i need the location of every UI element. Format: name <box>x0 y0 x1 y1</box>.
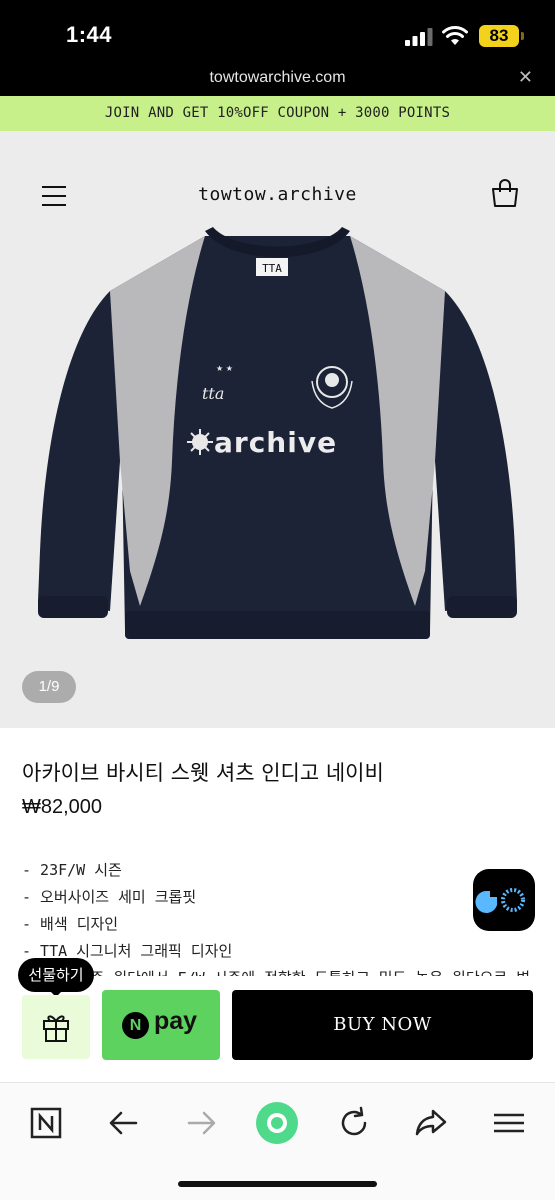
back-arrow-icon[interactable] <box>102 1101 146 1145</box>
image-pager: 1/9 <box>22 671 76 703</box>
product-image-carousel[interactable]: TTA ★ ★ tta archive towtow.archive 1/9 <box>0 131 555 728</box>
forward-arrow-icon[interactable] <box>179 1101 223 1145</box>
description-line: - 이번 시즌 원단에서 F/W 시즌에 적합한 도톰하고 밀도 높은 원단으로… <box>22 966 532 976</box>
npay-button[interactable]: N pay <box>102 990 220 1060</box>
chest-wordmark: archive <box>214 426 337 459</box>
reload-icon[interactable] <box>332 1101 376 1145</box>
chat-logo-icon <box>475 888 525 913</box>
menu-icon[interactable] <box>487 1101 531 1145</box>
description-line: - 배색 디자인 <box>22 915 119 933</box>
sweatshirt-image: TTA ★ ★ tta archive <box>38 227 517 639</box>
battery-nub <box>521 32 524 40</box>
shopping-bag-icon[interactable] <box>490 178 520 208</box>
battery-indicator: 83 <box>479 25 519 47</box>
url-text[interactable]: towtowarchive.com <box>0 69 555 87</box>
brand-logo[interactable]: towtow.archive <box>0 184 555 205</box>
buy-now-button[interactable]: BUY NOW <box>232 990 533 1060</box>
gift-icon <box>43 1015 69 1042</box>
description-line: - TTA 시그니처 그래픽 디자인 <box>22 942 233 960</box>
wifi-icon <box>442 26 468 45</box>
cellular-signal-icon <box>405 28 433 46</box>
gift-tooltip: 선물하기 <box>18 958 94 992</box>
neck-tag-text: TTA <box>262 262 282 275</box>
share-icon[interactable] <box>409 1101 453 1145</box>
gift-button[interactable] <box>22 995 90 1059</box>
n-home-icon[interactable] <box>24 1101 68 1145</box>
promo-banner[interactable]: JOIN AND GET 10%OFF COUPON + 3000 POINTS <box>0 96 555 131</box>
close-icon[interactable]: ✕ <box>518 67 533 88</box>
svg-text:★ ★: ★ ★ <box>216 364 233 373</box>
description-line: - 오버사이즈 세미 크롭핏 <box>22 888 197 906</box>
home-indicator <box>178 1181 377 1187</box>
green-dot-icon[interactable] <box>255 1101 299 1145</box>
status-time: 1:44 <box>66 22 113 47</box>
naver-n-icon: N <box>122 1012 149 1039</box>
npay-label: pay <box>154 1007 198 1035</box>
description-line: - 23F/W 시즌 <box>22 861 122 879</box>
product-title: 아카이브 바시티 스웻 셔츠 인디고 네이비 <box>22 761 384 785</box>
product-description: - 23F/W 시즌 - 오버사이즈 세미 크롭핏 - 배색 디자인 - TTA… <box>22 858 532 976</box>
chest-script-logo: tta <box>202 384 224 403</box>
status-bar: 1:44 83 <box>0 0 555 64</box>
browser-url-bar[interactable]: towtowarchive.com ✕ <box>0 64 555 96</box>
chat-fab[interactable] <box>473 869 535 931</box>
product-price: ₩82,000 <box>22 796 103 818</box>
